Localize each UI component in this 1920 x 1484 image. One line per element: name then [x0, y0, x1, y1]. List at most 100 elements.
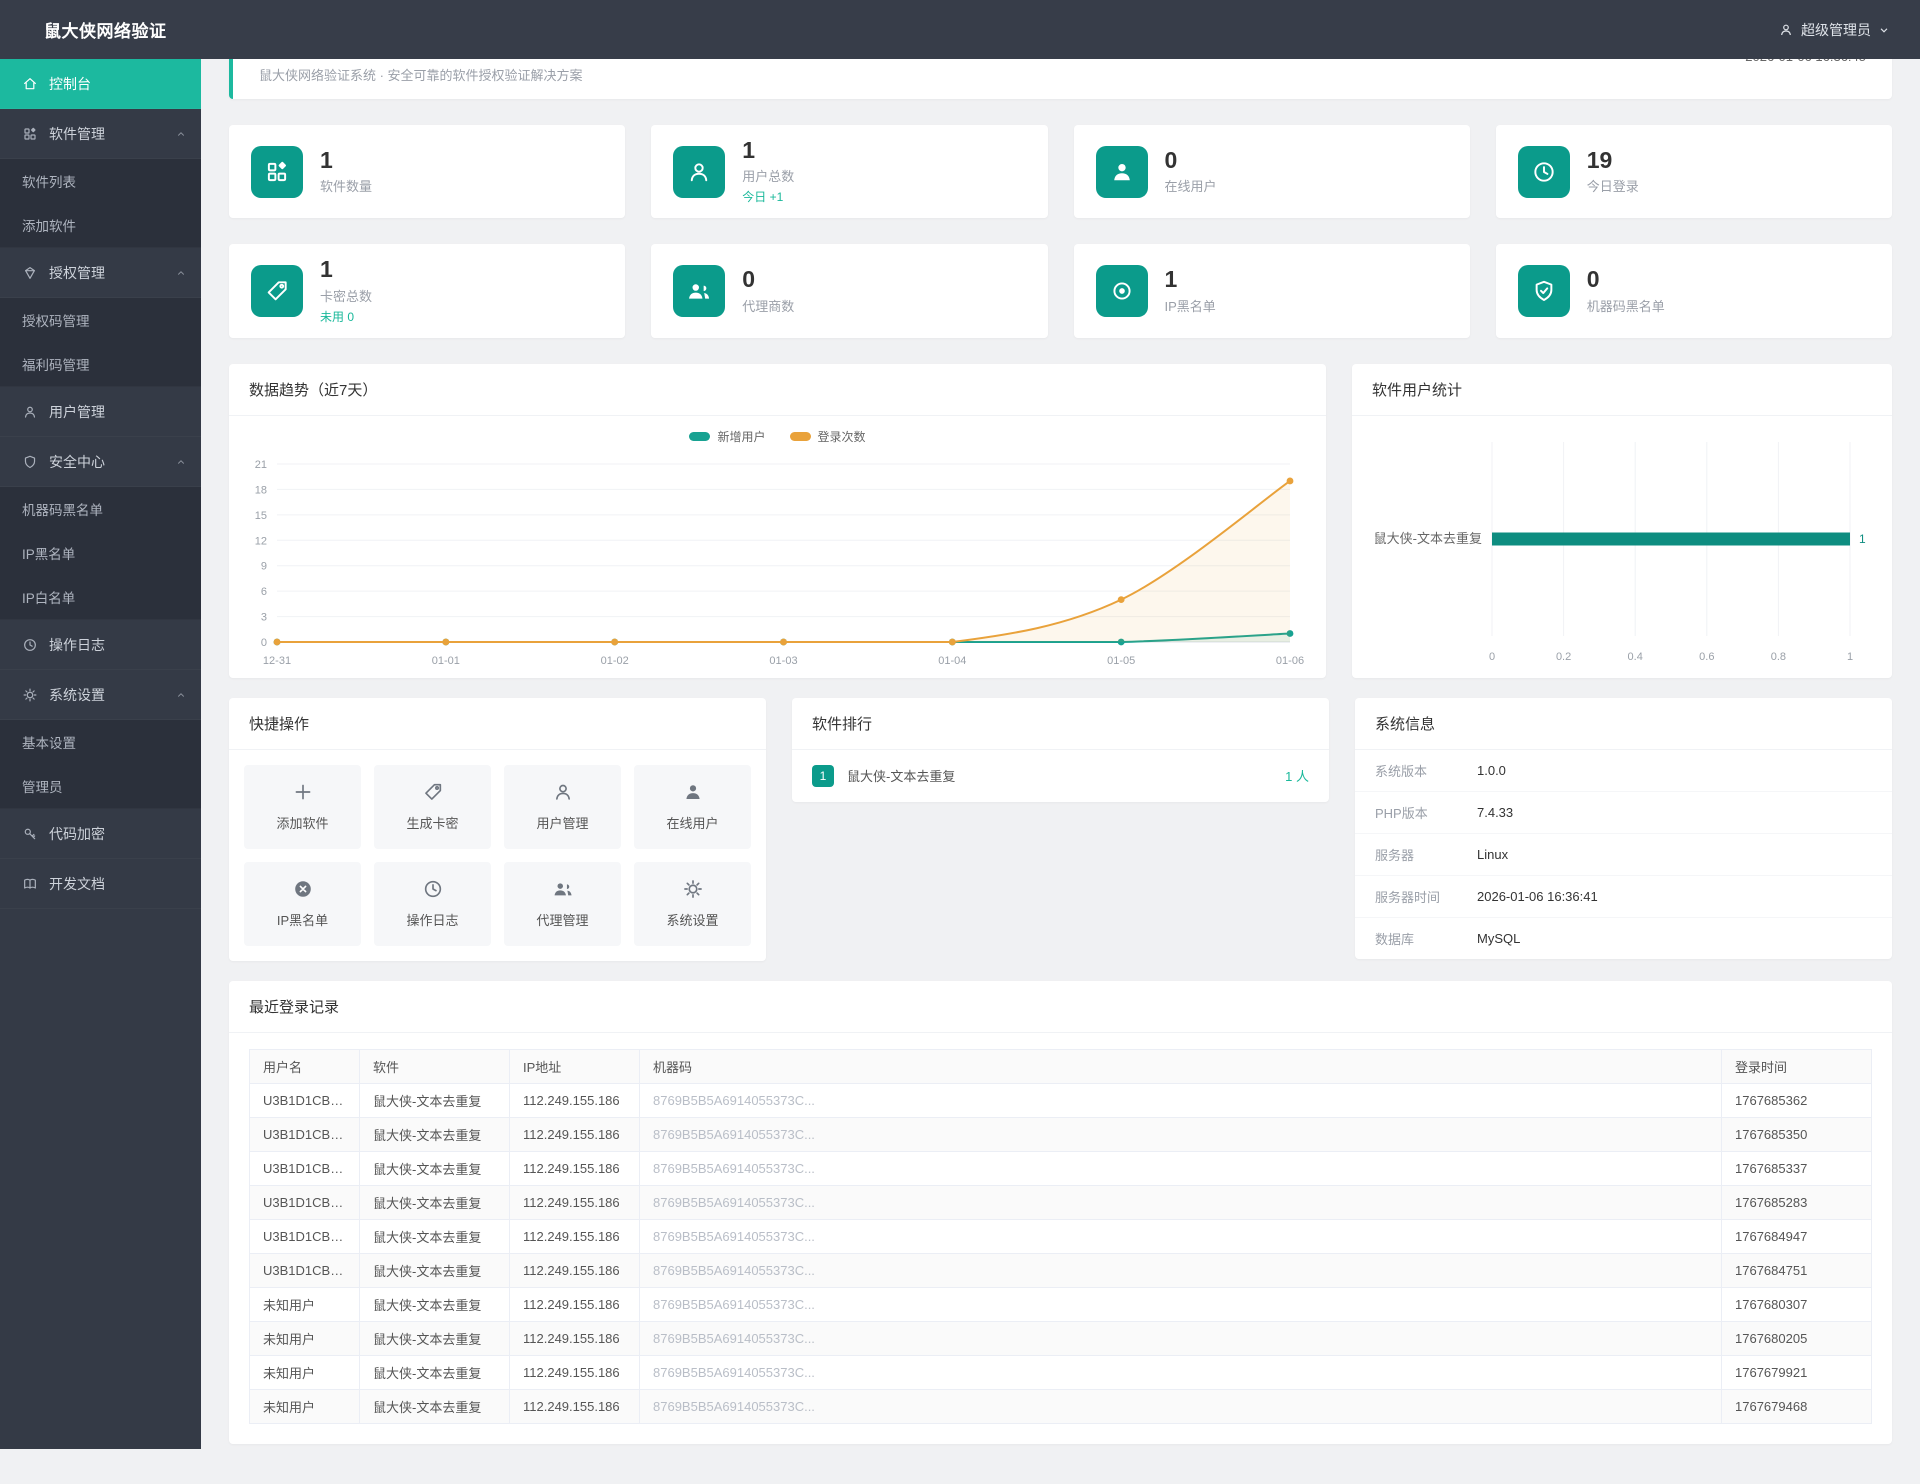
clock-icon	[422, 878, 444, 900]
quick-actions-card: 快捷操作 添加软件 生成卡密 用户管理 在线用户 IP黑名单 操作日志 代理管理 系统设置	[229, 697, 766, 961]
quick-action-user-management[interactable]: 用户管理	[504, 764, 621, 849]
quick-action-generate-card[interactable]: 生成卡密	[374, 764, 491, 849]
table-cell: 1767684947	[1721, 1218, 1872, 1254]
legend-marker	[789, 431, 811, 441]
chart-legend: 新增用户 登录次数	[229, 428, 1326, 445]
stat-tile-machine-blacklist	[1517, 264, 1570, 317]
system-info-label: PHP版本	[1375, 805, 1428, 821]
sidebar-item-security[interactable]: 安全中心	[0, 437, 201, 487]
legend-item[interactable]: 登录次数	[789, 428, 866, 445]
svg-text:0.2: 0.2	[1556, 651, 1571, 663]
column-header: 软件	[359, 1048, 510, 1084]
sidebar-item-machine-blacklist[interactable]: 机器码黑名单	[0, 487, 201, 531]
table-cell: 1767685337	[1721, 1150, 1872, 1186]
svg-text:01-02: 01-02	[601, 655, 629, 667]
table-cell: 112.249.155.186	[509, 1116, 640, 1152]
user-avatar-icon	[1778, 22, 1794, 38]
table-cell: 鼠大侠-文本去重复	[359, 1218, 510, 1254]
svg-text:0.6: 0.6	[1699, 651, 1714, 663]
sidebar-item-ip-blacklist[interactable]: IP黑名单	[0, 531, 201, 575]
shield-icon	[22, 454, 38, 470]
sidebar-item-console[interactable]: 控制台	[0, 59, 201, 109]
svg-text:1: 1	[1859, 532, 1866, 546]
stat-card-today-logins: 19 今日登录	[1495, 125, 1892, 219]
quick-action-label: 代理管理	[536, 913, 589, 929]
sidebar-item-software[interactable]: 软件管理	[0, 109, 201, 159]
sidebar-item-operation-logs[interactable]: 操作日志	[0, 620, 201, 670]
cert-icon	[22, 265, 38, 281]
table-cell: 鼠大侠-文本去重复	[359, 1320, 510, 1356]
sidebar-item-system-settings[interactable]: 系统设置	[0, 670, 201, 720]
svg-text:鼠大侠-文本去重复: 鼠大侠-文本去重复	[1374, 531, 1482, 546]
ranking-row: 1 鼠大侠-文本去重复 1 人	[792, 750, 1329, 802]
sidebar-item-license[interactable]: 授权管理	[0, 248, 201, 298]
quick-action-operation-logs[interactable]: 操作日志	[374, 861, 491, 946]
legend-item[interactable]: 新增用户	[689, 428, 766, 445]
quick-action-add-software[interactable]: 添加软件	[244, 764, 361, 849]
system-info-body: 系统版本 1.0.0 PHP版本 7.4.33 服务器 Linux 服务器时间 2026-01…	[1355, 750, 1892, 959]
table-cell: 1767679468	[1721, 1388, 1872, 1424]
gear-icon	[22, 687, 38, 703]
stat-value: 0	[1586, 266, 1600, 293]
stat-value: 1	[742, 137, 756, 163]
quick-action-online-users[interactable]: 在线用户	[634, 764, 751, 849]
sidebar-item-license-codes[interactable]: 授权码管理	[0, 298, 201, 342]
table-cell: 112.249.155.186	[509, 1184, 640, 1220]
table-cell: 8769B5B5A6914055373C...	[639, 1218, 1722, 1254]
table-row: U3B1D1CB8D7 鼠大侠-文本去重复 112.249.155.186 8769B…	[249, 1116, 1872, 1152]
quick-action-ip-blacklist[interactable]: IP黑名单	[244, 861, 361, 946]
sidebar-item-add-software[interactable]: 添加软件	[0, 203, 201, 247]
stat-value: 19	[1586, 147, 1613, 173]
user-menu[interactable]: 超级管理员	[1778, 20, 1890, 40]
table-row: U3B1D1CB8D7 鼠大侠-文本去重复 112.249.155.186 8769B…	[249, 1150, 1872, 1186]
sidebar-item-admins[interactable]: 管理员	[0, 764, 201, 808]
stat-value: 1	[1164, 266, 1178, 293]
svg-text:9: 9	[261, 560, 267, 572]
quick-action-label: 添加软件	[276, 816, 329, 832]
sidebar-item-label: 系统设置	[49, 686, 105, 703]
system-info-label: 服务器时间	[1375, 889, 1441, 905]
sidebar-item-label: 授权管理	[49, 264, 105, 281]
sidebar-item-users[interactable]: 用户管理	[0, 387, 201, 437]
stat-card-machine-blacklist: 0 机器码黑名单	[1495, 244, 1892, 338]
home-icon	[22, 76, 38, 92]
table-cell: 8769B5B5A6914055373C...	[639, 1354, 1722, 1390]
table-cell: 1767680307	[1721, 1286, 1872, 1322]
sidebar-item-code-encrypt[interactable]: 代码加密	[0, 809, 201, 859]
key-icon	[22, 826, 38, 842]
table-cell: 112.249.155.186	[509, 1252, 640, 1288]
table-cell: 鼠大侠-文本去重复	[359, 1116, 510, 1152]
table-cell: 112.249.155.186	[509, 1354, 640, 1390]
table-row: U3B1D1CB8D7 鼠大侠-文本去重复 112.249.155.186 8769B…	[249, 1184, 1872, 1220]
sidebar-item-ip-whitelist[interactable]: IP白名单	[0, 575, 201, 619]
column-header: IP地址	[509, 1048, 640, 1084]
sidebar-item-basic-settings[interactable]: 基本设置	[0, 720, 201, 764]
recent-logins-title: 最近登录记录	[229, 981, 1892, 1033]
sidebar-item-label: 安全中心	[49, 453, 105, 470]
stat-card-ip-blacklist: 1 IP黑名单	[1073, 244, 1470, 338]
software-ranking-card: 软件排行 1 鼠大侠-文本去重复 1 人	[792, 697, 1329, 802]
quick-action-agent-management[interactable]: 代理管理	[504, 861, 621, 946]
sidebar-item-welfare-codes[interactable]: 福利码管理	[0, 342, 201, 386]
rank-software-name: 鼠大侠-文本去重复	[847, 769, 956, 785]
trend-chart-card: 数据趋势（近7天） 新增用户 登录次数 0 3 6 9 12 15 18 21 12-31 01-0…	[229, 363, 1326, 678]
system-info-value: Linux	[1477, 846, 1509, 862]
quick-action-label: IP黑名单	[276, 913, 329, 929]
sidebar-item-software-list[interactable]: 软件列表	[0, 159, 201, 203]
system-info-value: 2026-01-06 16:36:41	[1477, 888, 1598, 904]
svg-text:01-06: 01-06	[1276, 655, 1304, 667]
stat-label: 用户总数	[742, 169, 795, 185]
table-row: 未知用户 鼠大侠-文本去重复 112.249.155.186 8769B5B5A691…	[249, 1388, 1872, 1424]
clock-icon	[1531, 159, 1557, 185]
stat-sublabel: 未用 0	[320, 309, 355, 324]
users-icon	[686, 278, 712, 304]
table-cell: 8769B5B5A6914055373C...	[639, 1150, 1722, 1186]
record-icon	[1109, 278, 1135, 304]
svg-text:21: 21	[255, 459, 267, 471]
table-cell: 未知用户	[249, 1354, 360, 1390]
grid-icon	[22, 126, 38, 142]
quick-action-system-settings[interactable]: 系统设置	[634, 861, 751, 946]
users-icon	[552, 878, 574, 900]
trend-chart: 新增用户 登录次数 0 3 6 9 12 15 18 21 12-31 01-01 01-02 01-0…	[229, 416, 1326, 678]
sidebar-item-dev-docs[interactable]: 开发文档	[0, 859, 201, 909]
